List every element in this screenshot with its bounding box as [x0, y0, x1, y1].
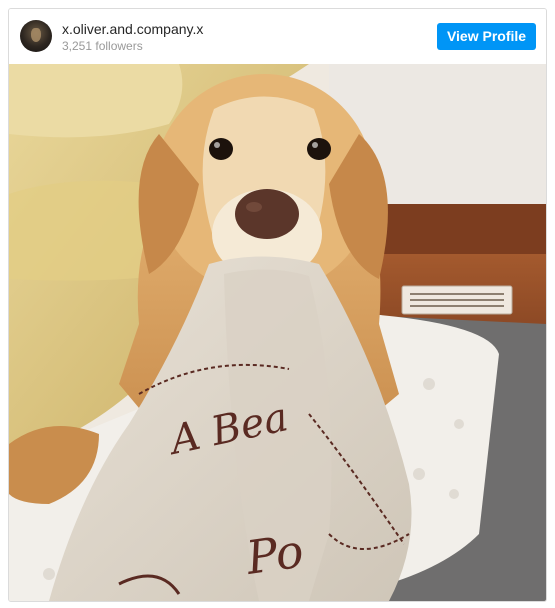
follower-count: 3,251 followers: [62, 39, 143, 53]
dog-avatar-icon: [31, 28, 41, 42]
post-photo[interactable]: A Bea Po: [9, 64, 546, 601]
blanket-text-line2: Po: [242, 524, 307, 586]
post-header: x.oliver.and.company.x 3,251 followers V…: [9, 9, 546, 64]
instagram-embed-card: x.oliver.and.company.x 3,251 followers V…: [8, 8, 547, 602]
sofa-back: [9, 64, 183, 138]
dog-photo-illustration: A Bea Po: [9, 64, 546, 601]
dog-eye-right: [307, 138, 331, 160]
profile-avatar[interactable]: [20, 20, 52, 52]
username-link[interactable]: x.oliver.and.company.x: [62, 21, 203, 37]
view-profile-button[interactable]: View Profile: [437, 23, 536, 50]
dog-eye-left: [209, 138, 233, 160]
dog-nose: [235, 189, 299, 239]
